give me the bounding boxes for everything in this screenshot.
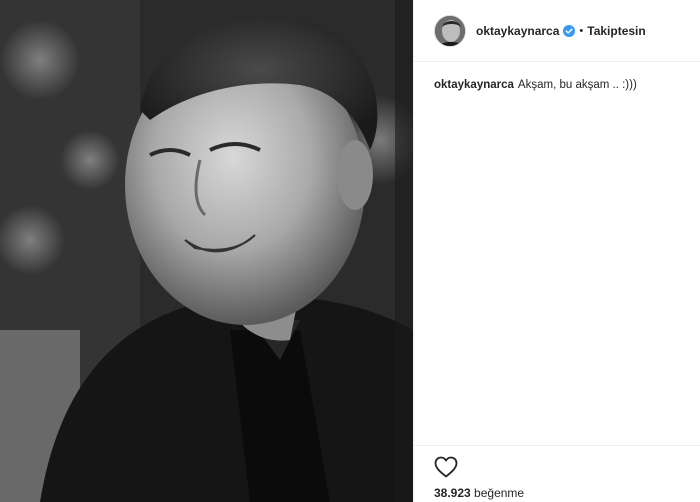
username-link[interactable]: oktaykaynarca — [476, 24, 559, 38]
separator-dot: • — [579, 24, 584, 37]
heart-outline-icon[interactable] — [434, 456, 458, 478]
caption-text: Akşam, bu akşam .. :))) — [517, 79, 637, 91]
avatar[interactable] — [434, 14, 466, 47]
like-count-label: beğenme — [474, 486, 525, 500]
following-button[interactable]: Takiptesin — [587, 24, 645, 38]
instagram-post: oktaykaynarca • Takiptesin oktaykaynarca… — [0, 0, 700, 502]
like-count-number: 38.923 — [434, 486, 471, 500]
post-header: oktaykaynarca • Takiptesin — [414, 0, 700, 62]
portrait-image — [0, 0, 413, 502]
post-caption: oktaykaynarca Akşam, bu akşam .. :))) — [434, 78, 684, 93]
verified-badge-icon — [563, 24, 576, 37]
post-footer: 38.923 beğenme — [414, 445, 700, 502]
post-photo[interactable] — [0, 0, 413, 502]
caption-username-link[interactable]: oktaykaynarca — [434, 79, 514, 91]
avatar-image — [435, 15, 465, 46]
post-sidebar: oktaykaynarca • Takiptesin oktaykaynarca… — [413, 0, 700, 502]
like-count[interactable]: 38.923 beğenme — [434, 486, 524, 500]
